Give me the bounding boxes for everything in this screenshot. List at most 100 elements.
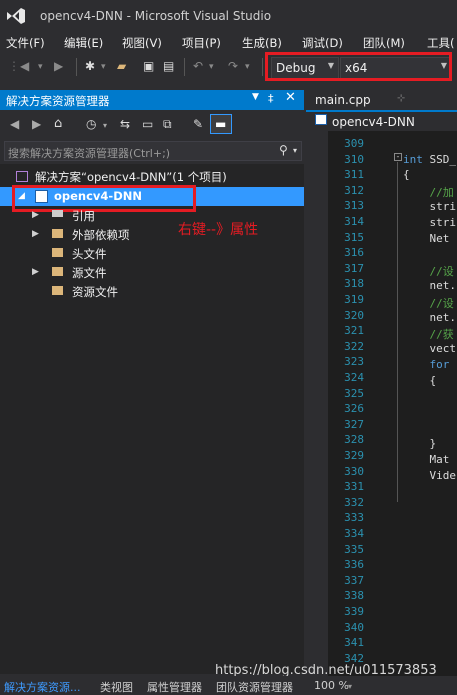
line-number: 328 [344,433,364,446]
line-number: 310 [344,153,364,166]
menu-project[interactable]: 项目(P) [182,35,221,51]
zoom-dropdown-icon[interactable]: ▾ [348,682,352,691]
save-all-icon[interactable]: ▤ [163,59,174,73]
line-number: 314 [344,215,364,228]
line-number: 338 [344,589,364,602]
tab-property-manager[interactable]: 属性管理器 [147,679,202,695]
tab-pin-icon[interactable]: ⊹ [397,93,405,104]
tree-item-label: 外部依赖项 [72,228,130,242]
expand-arrow-icon[interactable]: ▶ [32,229,39,239]
line-number: 330 [344,465,364,478]
nav-project-label: opencv4-DNN [332,115,415,129]
line-number: 320 [344,309,364,322]
line-number: 323 [344,355,364,368]
line-number: 321 [344,324,364,337]
code-text: SSD_ [422,153,456,166]
save-icon[interactable]: ▣ [143,59,154,73]
close-icon[interactable]: ✕ [285,90,296,105]
redo-icon[interactable]: ↷ [228,59,238,73]
tree-row-resource-files[interactable]: 资源文件 [0,282,304,301]
undo-dropdown-icon[interactable]: ▾ [209,62,214,72]
preview-icon: ▬ [215,117,227,131]
folder-icon [52,267,63,276]
redo-dropdown-icon[interactable]: ▾ [245,62,250,72]
line-number: 313 [344,199,364,212]
preview-selected-button[interactable]: ▬ [210,114,232,134]
tab-label: main.cpp [315,93,371,107]
toolbar-separator [76,58,77,76]
line-number: 312 [344,184,364,197]
menu-team[interactable]: 团队(M) [363,35,405,51]
show-all-files-icon[interactable]: ⧉ [163,117,172,132]
tree-row-source-files[interactable]: ▶ 源文件 [0,263,304,282]
window-menu-icon[interactable]: ▼ [252,92,259,102]
code-line-321: //获 [403,328,454,341]
pin-icon[interactable]: ‡ [268,92,274,105]
menu-file[interactable]: 文件(F) [6,35,45,51]
menu-view[interactable]: 视图(V) [122,35,162,51]
code-line-324: { [403,374,437,387]
line-number: 331 [344,480,364,493]
new-dropdown-icon[interactable]: ▾ [101,62,106,72]
undo-icon[interactable]: ↶ [193,59,203,73]
code-line-322: vect [403,342,456,355]
folder-icon [52,248,63,257]
tab-team-explorer[interactable]: 团队资源管理器 [216,679,293,695]
properties-wrench-icon[interactable]: ✎ [193,117,203,131]
history-dropdown-icon[interactable]: ▾ [103,121,107,130]
line-number: 326 [344,402,364,415]
line-number: 319 [344,293,364,306]
new-project-icon[interactable]: ✱ [85,59,95,73]
sync-icon[interactable]: ⇆ [120,117,130,131]
back-dropdown-icon[interactable]: ▾ [38,62,43,72]
tree-item-label: 源文件 [72,266,107,280]
code-line-314: stri [403,216,456,229]
collapse-icon[interactable]: - [394,153,402,161]
visual-studio-logo [7,8,25,24]
collapse-all-icon[interactable]: ▭ [142,117,153,131]
menu-build[interactable]: 生成(B) [242,35,282,51]
line-number: 315 [344,231,364,244]
tab-class-view[interactable]: 类视图 [100,679,133,695]
editor-margin [310,131,328,680]
tab-solution-explorer[interactable]: 解决方案资源... [4,679,81,695]
code-line-320: net. [403,311,456,324]
menu-debug[interactable]: 调试(D) [302,35,343,51]
line-number: 325 [344,387,364,400]
line-number: 333 [344,511,364,524]
line-number: 317 [344,262,364,275]
window-title: opencv4-DNN - Microsoft Visual Studio [40,9,272,23]
tree-row-header-files[interactable]: 头文件 [0,244,304,263]
line-number: 340 [344,621,364,634]
tree-item-label: 引用 [72,209,95,223]
tree-row-solution[interactable]: 解决方案“opencv4-DNN”(1 个项目) [0,167,304,186]
toolbar-separator [184,58,185,76]
tree-item-label: 头文件 [72,247,107,261]
home-icon[interactable]: ⌂ [54,116,62,131]
solution-icon [16,171,28,182]
zoom-level[interactable]: 100 % [314,679,349,692]
search-icon[interactable]: ⚲ [279,143,288,157]
forward-icon[interactable]: ▶ [32,117,41,131]
folder-icon [52,286,63,295]
tree-row-references[interactable]: ▶ 引用 [0,206,304,225]
open-folder-icon[interactable]: ▰ [117,59,126,73]
line-number: 336 [344,558,364,571]
code-line-312: //加 [403,186,454,199]
expand-arrow-icon[interactable]: ▶ [32,210,39,220]
tree-row-external-deps[interactable]: ▶ 外部依赖项 [0,225,304,244]
back-icon[interactable]: ◀ [10,117,19,131]
forward-icon[interactable]: ▶ [54,59,63,73]
menu-edit[interactable]: 编辑(E) [64,35,103,51]
line-number: 341 [344,636,364,649]
menu-tools[interactable]: 工具( [427,35,455,51]
line-number: 324 [344,371,364,384]
expand-arrow-icon[interactable]: ▶ [32,267,39,277]
back-icon[interactable]: ◀ [20,59,29,73]
annotation-text: 右键--》属性 [178,222,259,238]
code-line-318: net. [403,279,456,292]
solution-explorer-title: 解决方案资源管理器 [6,94,110,108]
history-icon[interactable]: ◷ [86,117,96,131]
tree-item-label: 资源文件 [72,285,118,299]
search-options-icon[interactable]: ▾ [293,146,297,155]
